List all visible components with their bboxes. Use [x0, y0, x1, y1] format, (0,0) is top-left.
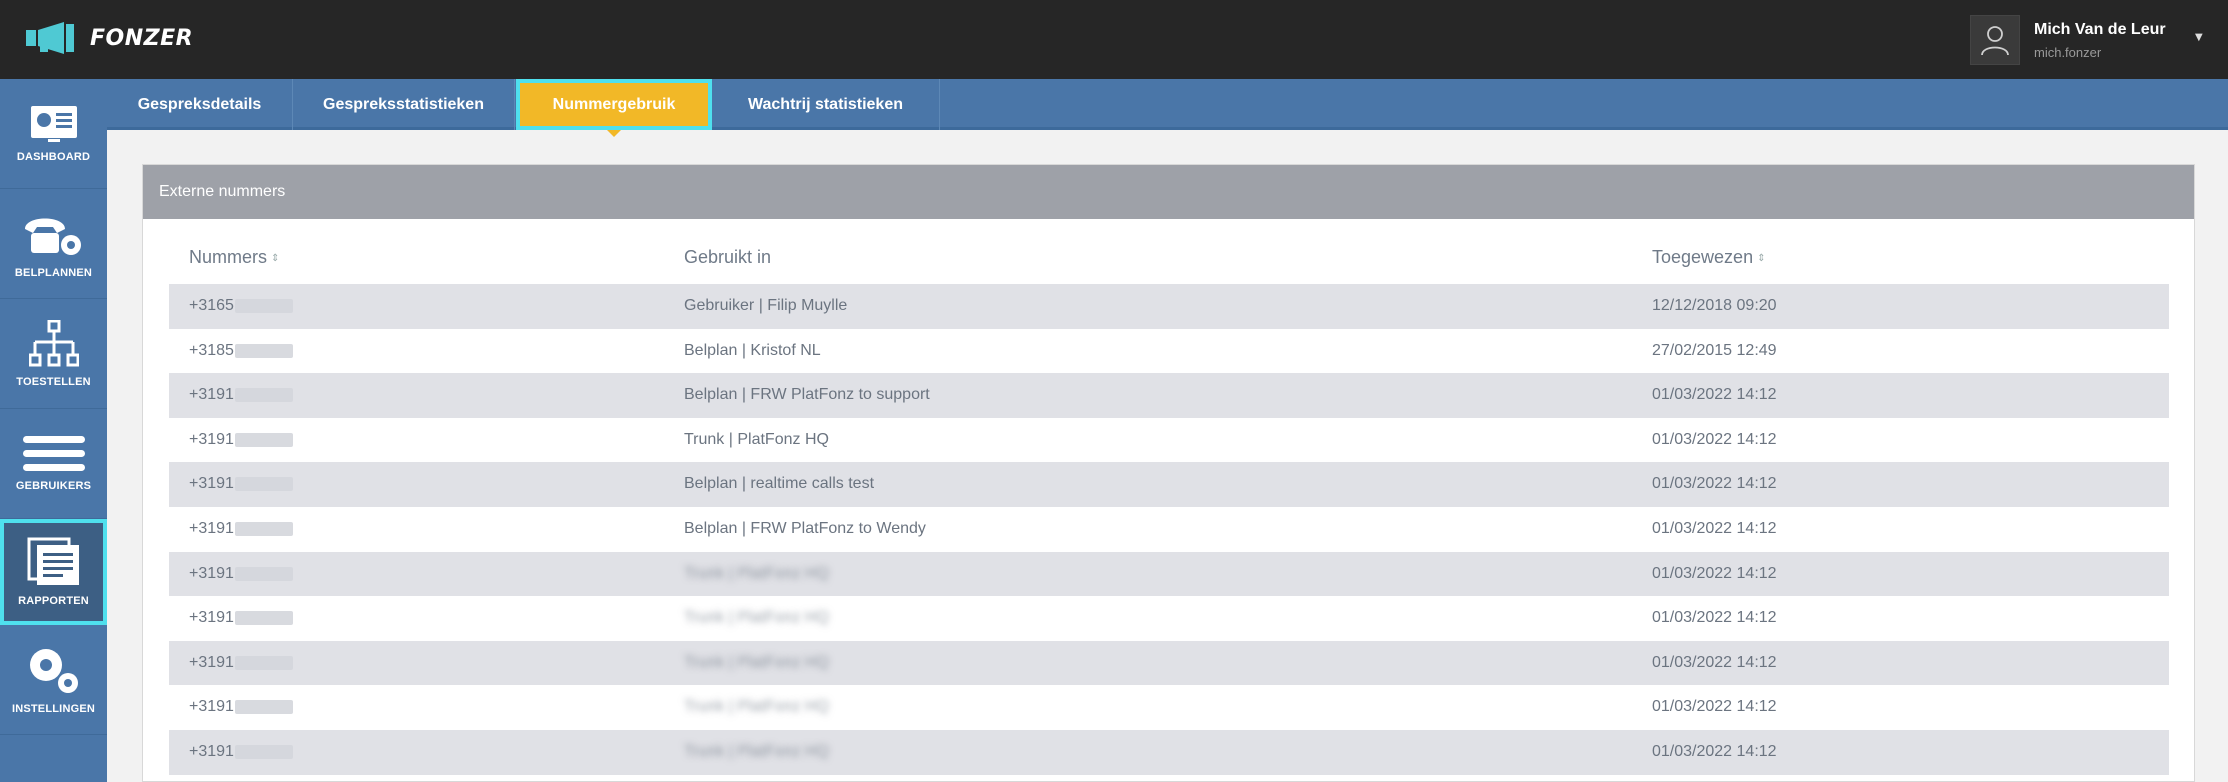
sidebar: DASHBOARD BELPLANNEN TOESTELLEN GEBRUIKE…: [0, 79, 107, 782]
report-icon: [27, 537, 79, 585]
gears-icon: [29, 648, 78, 693]
caret-down-icon[interactable]: ▼: [2195, 32, 2203, 43]
sidebar-item-gebruikers[interactable]: GEBRUIKERS: [0, 409, 107, 519]
cell-assigned: 01/03/2022 14:12: [1652, 609, 1777, 627]
external-numbers-panel: Externe nummers Nummers ⇕ Gebruikt in Toe…: [142, 164, 2195, 782]
sidebar-item-instellingen[interactable]: INSTELLINGEN: [0, 625, 107, 735]
redacted-mask: [234, 432, 293, 447]
table-row[interactable]: +3191 Trunk | PlatFonz HQ 01/03/2022 14:12: [169, 729, 2169, 775]
column-header-nummers[interactable]: Nummers ⇕: [189, 247, 279, 268]
cell-number: +3191: [189, 685, 293, 729]
cell-number: +3165: [189, 284, 293, 328]
hierarchy-icon: [28, 319, 79, 366]
tab-nummergebruik[interactable]: Nummergebruik: [516, 79, 712, 130]
redacted-mask: [234, 521, 293, 536]
cell-used-in: Trunk | PlatFonz HQ: [684, 742, 829, 760]
cell-number: +3191: [189, 596, 293, 640]
numbers-table: Nummers ⇕ Gebruikt in Toegewezen ⇕ +3165 Ge…: [169, 219, 2169, 775]
redacted-mask: [234, 477, 293, 492]
sort-icon[interactable]: ⇕: [1757, 253, 1765, 264]
logo[interactable]: FONZER: [26, 22, 193, 54]
user-icon: [1981, 26, 2009, 56]
table-row[interactable]: +3191 Trunk | PlatFonz HQ 01/03/2022 14:12: [169, 551, 2169, 597]
redacted-mask: [234, 388, 293, 403]
cell-number: +3191: [189, 552, 293, 596]
table-row[interactable]: +3185 Belplan | Kristof NL 27/02/2015 12:4…: [169, 328, 2169, 374]
cell-number: +3191: [189, 462, 293, 506]
top-bar: FONZER Mich Van de Leur mich.fonzer ▼: [0, 0, 2228, 79]
cell-number: +3191: [189, 373, 293, 417]
cell-assigned: 01/03/2022 14:12: [1652, 653, 1777, 671]
cell-used-in: Trunk | PlatFonz HQ: [684, 698, 829, 716]
table-row[interactable]: +3165 Gebruiker | Filip Muylle 12/12/2018 …: [169, 284, 2169, 329]
avatar[interactable]: [1970, 15, 2020, 65]
menu-icon: [22, 435, 85, 471]
cell-assigned: 01/03/2022 14:12: [1652, 386, 1777, 404]
cell-assigned: 01/03/2022 14:12: [1652, 564, 1777, 582]
redacted-mask: [234, 299, 293, 313]
sidebar-item-belplannen[interactable]: BELPLANNEN: [0, 189, 107, 299]
tab-gespreksstatistieken[interactable]: Gespreksstatistieken: [293, 79, 515, 130]
cell-number: +3191: [189, 507, 293, 551]
cell-used-in: Belplan | realtime calls test: [684, 475, 875, 493]
sidebar-item-rapporten[interactable]: RAPPORTEN: [0, 519, 107, 625]
sidebar-label: INSTELLINGEN: [11, 702, 96, 715]
column-header-gebruikt-in: Gebruikt in: [684, 247, 772, 267]
megaphone-icon: [26, 22, 74, 54]
cell-used-in: Belplan | FRW PlatFonz to Wendy: [684, 519, 926, 537]
sidebar-label: DASHBOARD: [16, 150, 91, 163]
cell-assigned: 27/02/2015 12:49: [1652, 341, 1777, 359]
user-username: mich.fonzer: [2034, 44, 2102, 60]
phone-gear-icon: [24, 218, 81, 255]
table-row[interactable]: +3191 Trunk | PlatFonz HQ 01/03/2022 14:12: [169, 685, 2169, 730]
table-row[interactable]: +3191 Trunk | PlatFonz HQ 01/03/2022 14:12: [169, 417, 2169, 463]
redacted-mask: [234, 744, 293, 759]
table-row[interactable]: +3191 Belplan | FRW PlatFonz to support 01…: [169, 373, 2169, 418]
cell-assigned: 01/03/2022 14:12: [1652, 475, 1777, 493]
sidebar-label: GEBRUIKERS: [15, 479, 92, 492]
column-header-toegewezen[interactable]: Toegewezen ⇕: [1652, 247, 1765, 268]
table-row[interactable]: +3191 Trunk | PlatFonz HQ 01/03/2022 14:12: [169, 640, 2169, 686]
redacted-mask: [234, 700, 293, 715]
cell-number: +3185: [189, 329, 293, 373]
cell-assigned: 12/12/2018 09:20: [1652, 297, 1777, 314]
redacted-mask: [234, 343, 293, 358]
logo-text: FONZER: [90, 25, 194, 51]
redacted-mask: [234, 566, 293, 581]
cell-used-in: Gebruiker | Filip Muylle: [684, 297, 848, 314]
table-header: Nummers ⇕ Gebruikt in Toegewezen ⇕: [169, 219, 2169, 284]
cell-used-in: Trunk | PlatFonz HQ: [684, 430, 829, 448]
sidebar-label: RAPPORTEN: [18, 594, 89, 607]
active-tab-pointer: [607, 130, 621, 137]
cell-number: +3191: [189, 730, 293, 774]
cell-used-in: Belplan | Kristof NL: [684, 341, 821, 359]
cell-assigned: 01/03/2022 14:12: [1652, 742, 1777, 760]
table-row[interactable]: +3191 Belplan | realtime calls test 01/03/…: [169, 462, 2169, 507]
cell-assigned: 01/03/2022 14:12: [1652, 519, 1777, 537]
sidebar-item-toestellen[interactable]: TOESTELLEN: [0, 299, 107, 409]
cell-used-in: Trunk | PlatFonz HQ: [684, 653, 829, 671]
sidebar-label: TOESTELLEN: [16, 375, 91, 388]
cell-number: +3191: [189, 418, 293, 462]
sidebar-item-dashboard[interactable]: DASHBOARD: [0, 79, 107, 189]
user-menu[interactable]: Mich Van de Leur mich.fonzer ▼: [1970, 14, 2203, 66]
tab-gespreksdetails[interactable]: Gespreksdetails: [107, 79, 293, 130]
user-name: Mich Van de Leur: [2034, 20, 2166, 38]
dashboard-icon: [30, 105, 77, 142]
cell-used-in: Trunk | PlatFonz HQ: [684, 564, 829, 582]
sidebar-label: BELPLANNEN: [14, 266, 93, 279]
table-row[interactable]: +3191 Belplan | FRW PlatFonz to Wendy 01/0…: [169, 506, 2169, 552]
redacted-mask: [234, 611, 293, 626]
cell-assigned: 01/03/2022 14:12: [1652, 698, 1777, 716]
sort-icon[interactable]: ⇕: [271, 253, 279, 264]
table-row[interactable]: +3191 Trunk | PlatFonz HQ 01/03/2022 14:12: [169, 596, 2169, 641]
cell-number: +3191: [189, 641, 293, 685]
tab-wachtrij-statistieken[interactable]: Wachtrij statistieken: [712, 79, 940, 130]
cell-used-in: Belplan | FRW PlatFonz to support: [684, 386, 930, 404]
cell-assigned: 01/03/2022 14:12: [1652, 430, 1777, 448]
cell-used-in: Trunk | PlatFonz HQ: [684, 609, 829, 627]
tab-bar: Gespreksdetails Gespreksstatistieken Num…: [107, 79, 2228, 130]
redacted-mask: [234, 655, 293, 670]
panel-title: Externe nummers: [143, 165, 2194, 219]
